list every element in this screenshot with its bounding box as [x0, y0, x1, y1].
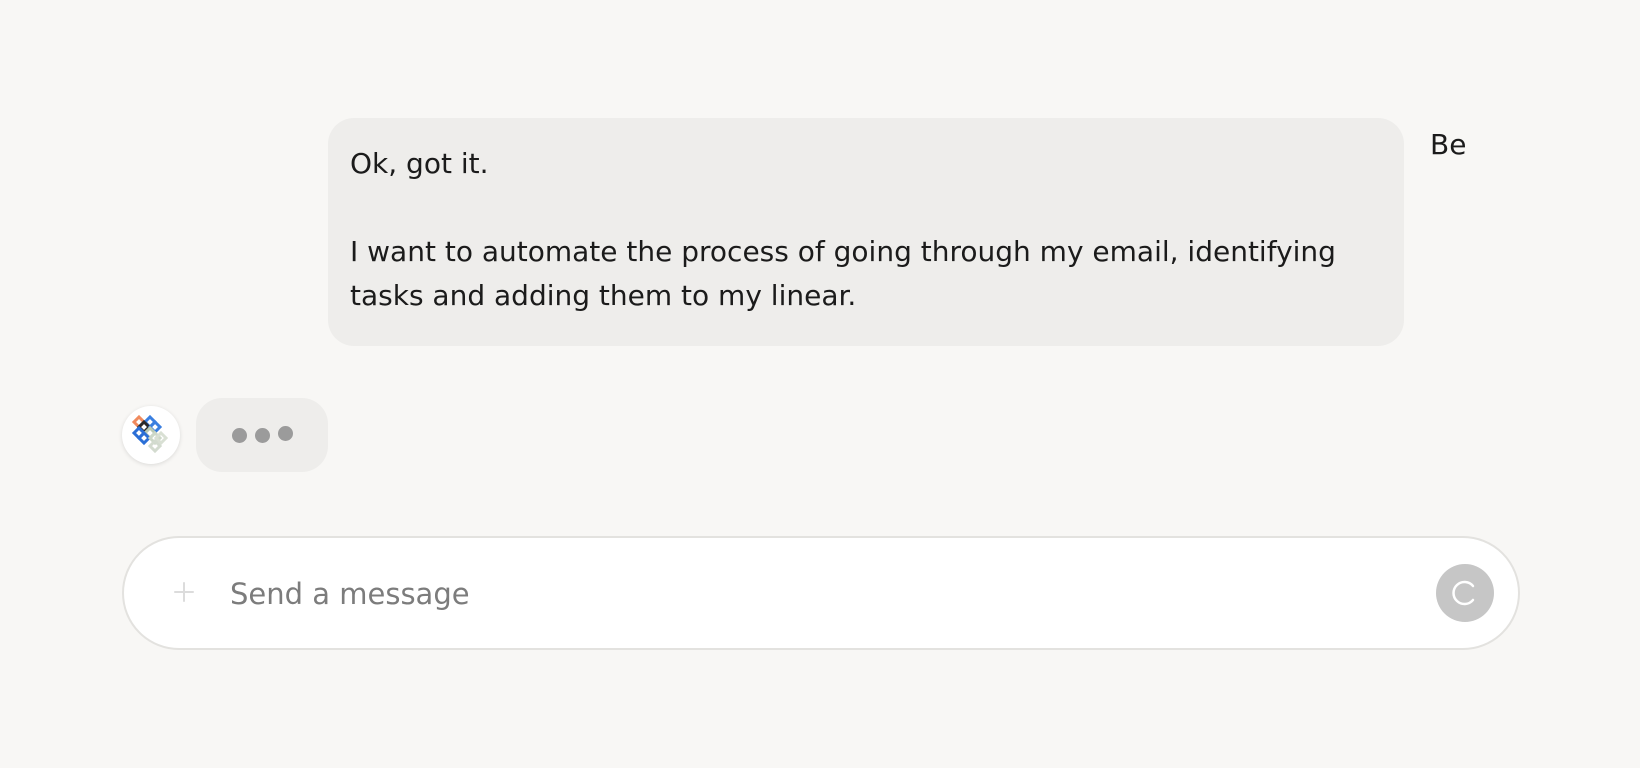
- user-message-paragraph: I want to automate the process of going …: [350, 235, 1336, 312]
- assistant-logo-icon: [131, 414, 169, 454]
- send-button[interactable]: [1436, 564, 1494, 622]
- typing-dot: [277, 425, 293, 441]
- attach-button[interactable]: [164, 572, 204, 612]
- message-input[interactable]: [228, 562, 1372, 626]
- user-message-row: Ok, got it. I want to automate the proce…: [328, 118, 1528, 346]
- message-composer: [122, 536, 1520, 650]
- user-sender-label: Be: [1430, 128, 1467, 161]
- loading-spinner-icon: [1452, 580, 1475, 606]
- typing-dot: [231, 427, 247, 443]
- user-message-bubble: Ok, got it. I want to automate the proce…: [328, 118, 1404, 346]
- typing-indicator: [196, 398, 328, 472]
- assistant-message-row: [122, 398, 328, 472]
- user-message-paragraph: Ok, got it.: [350, 147, 489, 180]
- assistant-avatar: [122, 406, 180, 464]
- plus-icon: [174, 582, 194, 602]
- typing-dot: [254, 427, 270, 443]
